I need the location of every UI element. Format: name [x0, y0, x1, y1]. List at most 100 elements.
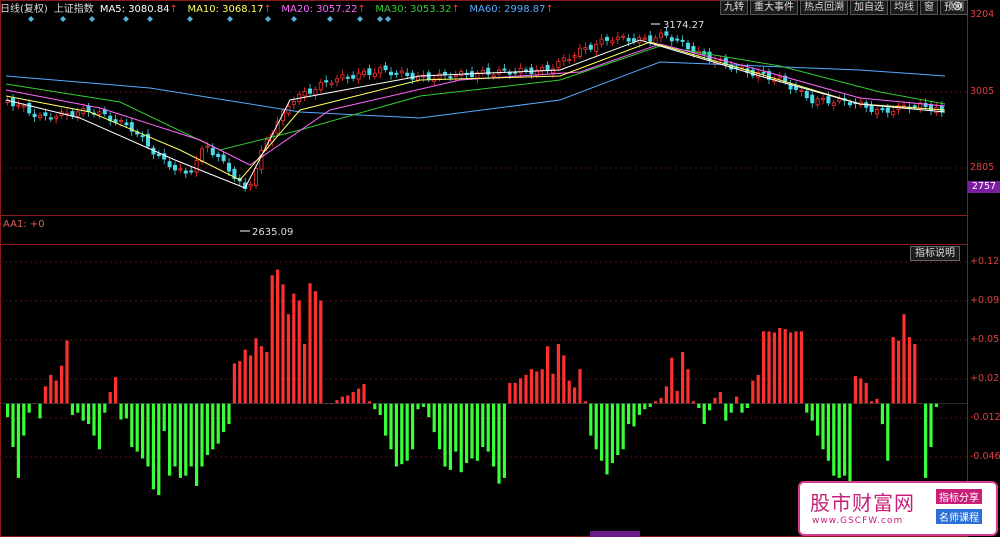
candle — [610, 40, 615, 44]
indicator-bar — [114, 377, 118, 404]
major-events-button[interactable]: 重大事件 — [750, 0, 798, 15]
candle — [680, 39, 685, 42]
indicator-bar — [880, 403, 884, 425]
indicator-bar — [427, 403, 431, 418]
hotspot-review-button[interactable]: 热点回溯 — [800, 0, 848, 15]
indicator-bar — [529, 369, 533, 404]
candle — [48, 117, 53, 120]
watermark-logo: 股市财富网 www.GSCFW.com 指标分享 名师课程 — [798, 481, 998, 536]
candle — [345, 76, 350, 79]
candle — [496, 69, 501, 75]
indicator-bar — [513, 382, 517, 404]
indicator-bar — [178, 403, 182, 478]
indicator-bar — [778, 327, 782, 404]
candle — [405, 72, 410, 76]
candle — [626, 37, 631, 42]
candle — [551, 68, 556, 74]
candle — [38, 114, 43, 118]
candle — [518, 67, 523, 74]
candle — [216, 153, 221, 158]
indicator-bar — [519, 378, 523, 404]
event-diamond-icon[interactable] — [187, 16, 193, 22]
candle — [399, 70, 404, 74]
candle — [54, 116, 59, 119]
candle — [583, 47, 588, 50]
event-diamond-icon[interactable] — [60, 16, 66, 22]
period-label[interactable]: 日线(复权) — [0, 4, 48, 15]
event-diamond-icon[interactable] — [227, 16, 233, 22]
event-diamond-icon[interactable] — [147, 16, 153, 22]
indicator-bar — [681, 351, 685, 404]
event-diamond-icon[interactable] — [385, 16, 391, 22]
nine-turn-button[interactable]: 九转 — [720, 0, 748, 15]
indicator-bar — [902, 314, 906, 404]
candle — [140, 135, 145, 138]
event-diamond-icon[interactable] — [357, 16, 363, 22]
candle — [248, 183, 253, 187]
ma5-value: MA5: 3080.84 — [99, 4, 170, 15]
indicator-bar — [697, 403, 701, 409]
candle — [183, 170, 188, 174]
indicator-bar — [216, 403, 220, 444]
candle — [221, 154, 226, 162]
candle — [97, 111, 102, 115]
candle — [761, 71, 766, 74]
indicator-bar — [713, 397, 717, 404]
indicator-bar — [816, 403, 820, 436]
indicator-axis-label: +0.023 — [970, 373, 1000, 384]
event-diamond-icon[interactable] — [291, 16, 297, 22]
indicator-bar — [292, 293, 296, 404]
close-icon[interactable]: ⊗ — [952, 0, 963, 14]
indicator-bar — [60, 365, 64, 404]
indicator-bar — [16, 403, 20, 478]
indicator-bar — [173, 403, 177, 467]
indicator-bars — [6, 269, 938, 496]
candle — [659, 32, 664, 38]
candle — [172, 164, 177, 171]
ma-lines-button[interactable]: 均线 — [890, 0, 918, 15]
event-diamond-icon[interactable] — [327, 16, 333, 22]
ma20-arrow: ↑ — [357, 4, 366, 15]
candle — [594, 43, 599, 52]
event-diamond-icon[interactable] — [265, 16, 271, 22]
event-markers[interactable] — [28, 16, 391, 22]
event-diamond-icon[interactable] — [377, 16, 383, 22]
candle — [410, 72, 415, 80]
indicator-bar — [124, 403, 128, 419]
indicator-bar — [11, 403, 15, 448]
indicator-bar — [362, 384, 366, 404]
candle — [653, 37, 658, 44]
candle — [448, 76, 453, 79]
indicator-bar — [281, 284, 285, 404]
candle — [491, 74, 496, 78]
ma60-arrow: ↑ — [545, 4, 554, 15]
ma60-value: MA60: 2998.87 — [469, 4, 546, 15]
event-diamond-icon[interactable] — [89, 16, 95, 22]
indicator-bar — [772, 332, 776, 404]
indicator-bar — [562, 355, 566, 404]
candle — [912, 105, 917, 108]
candle — [799, 89, 804, 92]
ma10-arrow: ↑ — [263, 4, 272, 15]
indicator-explain-button[interactable]: 指标说明 — [910, 246, 960, 261]
candle — [75, 111, 80, 117]
watermark-url: www.GSCFW.com — [812, 516, 904, 526]
candle — [556, 61, 561, 69]
price-axis-label: 3204 — [970, 9, 995, 20]
indicator-bar — [151, 403, 155, 490]
indicator-bar — [195, 403, 199, 486]
candle — [367, 68, 372, 75]
indicator-bar — [524, 374, 528, 404]
candle — [615, 36, 620, 40]
indicator-bar — [664, 386, 668, 404]
candle — [777, 76, 782, 79]
indicator-bar — [864, 382, 868, 404]
indicator-axis-label: +0.057 — [970, 334, 1000, 345]
event-diamond-icon[interactable] — [28, 16, 34, 22]
window-button[interactable]: 窗 — [920, 0, 938, 15]
candle — [86, 105, 91, 112]
add-watchlist-button[interactable]: 加自选 — [850, 0, 888, 15]
event-diamond-icon[interactable] — [123, 16, 129, 22]
indicator-bar — [103, 403, 107, 413]
indicator-bar — [492, 403, 496, 467]
